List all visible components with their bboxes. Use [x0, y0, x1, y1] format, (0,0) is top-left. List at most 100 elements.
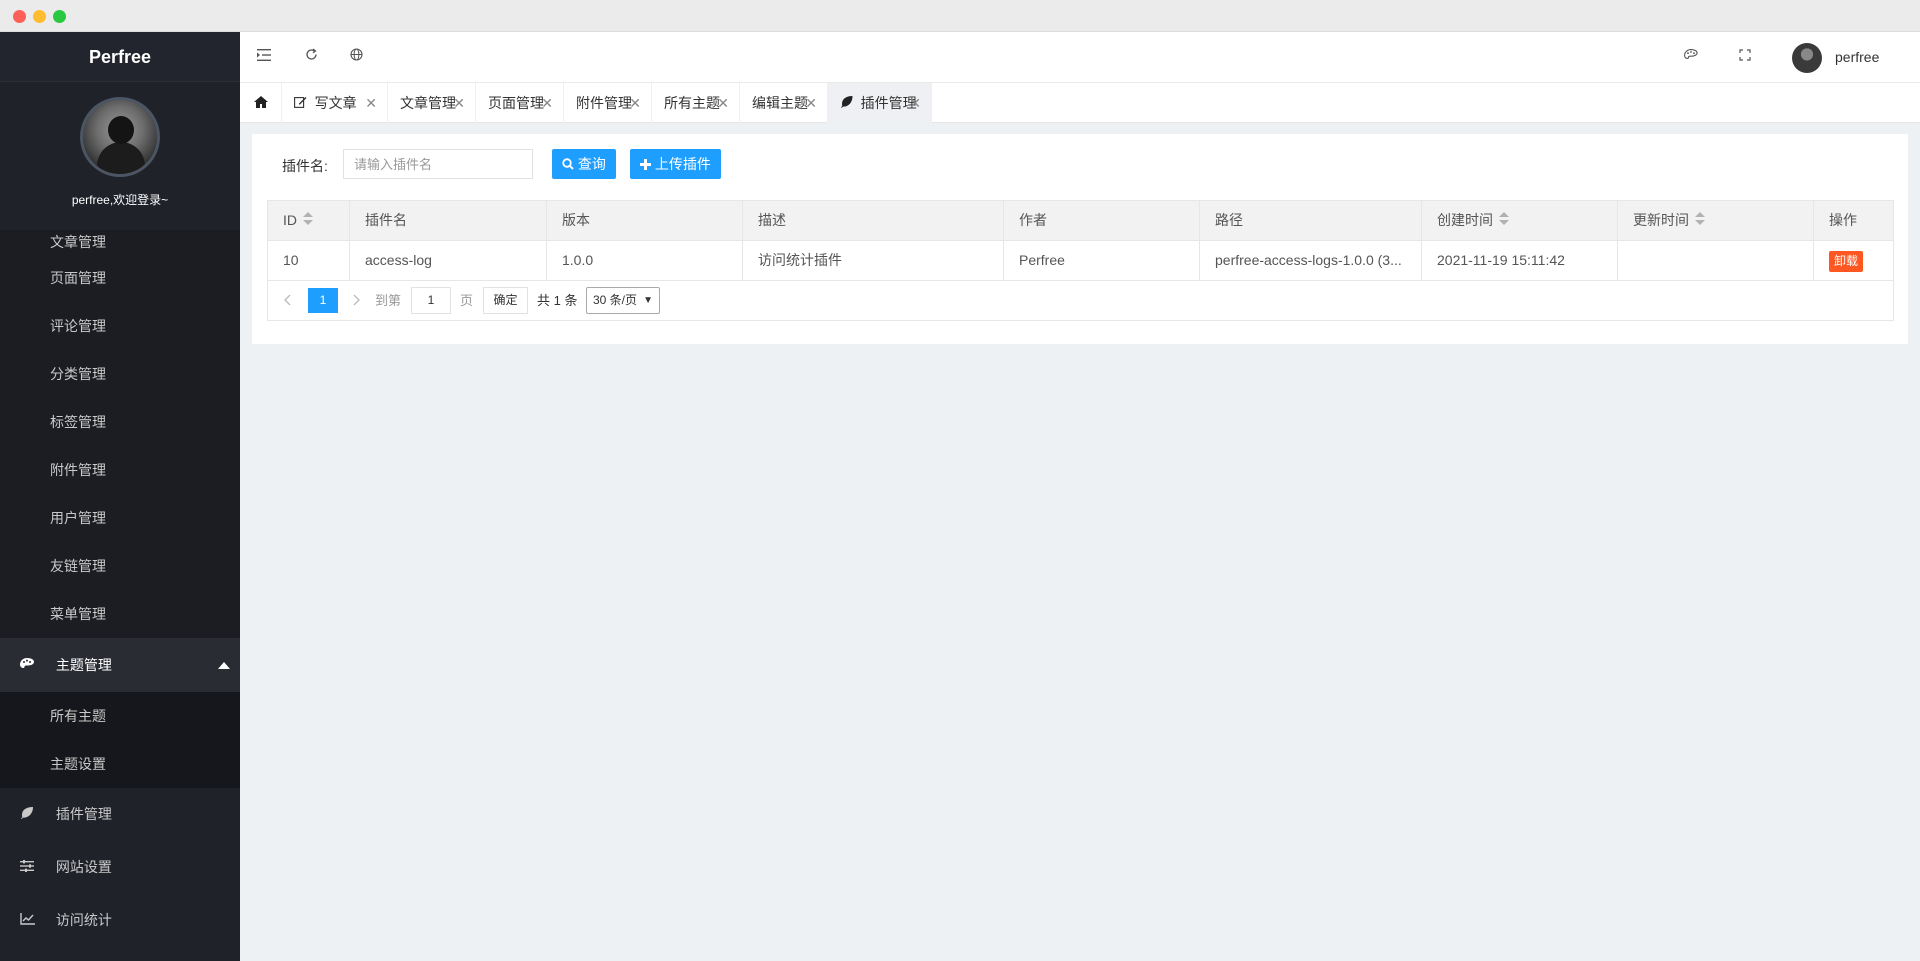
minimize-window-button[interactable]	[33, 10, 46, 23]
sidebar: Perfree perfree,欢迎登录~ 文章管理 页面管理 评论管理 分类管…	[0, 32, 240, 961]
column-header-author: 作者	[1004, 201, 1200, 241]
column-header-updated[interactable]: 更新时间	[1618, 201, 1814, 241]
home-icon	[254, 95, 268, 111]
sidebar-item-site-settings[interactable]: 网站设置	[0, 841, 240, 894]
close-icon[interactable]: ✕	[541, 83, 553, 123]
sidebar-item-all-themes[interactable]: 所有主题	[0, 692, 240, 740]
tab-all-themes[interactable]: 所有主题 ✕	[652, 83, 740, 123]
tab-home[interactable]	[240, 83, 282, 123]
page-size-select[interactable]: 30 条/页 ▼	[586, 287, 660, 314]
avatar[interactable]	[80, 97, 160, 177]
plugin-card: 插件名: 查询 上传插件 ID 插件名 版本 描述	[252, 134, 1908, 344]
sidebar-group-themes[interactable]: 主题管理	[0, 638, 240, 692]
sidebar-item-attachments[interactable]: 附件管理	[0, 446, 240, 494]
sidebar-item-label: 插件管理	[55, 806, 112, 822]
sidebar-item-categories[interactable]: 分类管理	[0, 350, 240, 398]
close-icon[interactable]: ✕	[805, 83, 817, 123]
tab-label: 所有主题	[664, 95, 720, 111]
close-window-button[interactable]	[13, 10, 26, 23]
welcome-text: perfree,欢迎登录~	[71, 193, 169, 207]
sidebar-item-tags[interactable]: 标签管理	[0, 398, 240, 446]
menu-toggle-icon[interactable]	[254, 48, 274, 65]
tab-edit-theme[interactable]: 编辑主题 ✕	[740, 83, 828, 123]
sidebar-item-label: 网站设置	[55, 859, 112, 875]
browser-window: Perfree perfree,欢迎登录~ 文章管理 页面管理 评论管理 分类管…	[0, 0, 1920, 961]
fullscreen-icon[interactable]	[1735, 48, 1755, 65]
tab-page-management[interactable]: 页面管理 ✕	[476, 83, 564, 123]
next-page-icon[interactable]	[352, 289, 360, 313]
close-icon[interactable]: ✕	[909, 83, 921, 123]
tab-article-management[interactable]: 文章管理 ✕	[388, 83, 476, 123]
pagination: 1 到第 1 页 确定 共 1 条 30 条/页 ▼	[268, 281, 1893, 320]
sidebar-item-articles[interactable]: 文章管理	[0, 230, 240, 254]
maximize-window-button[interactable]	[53, 10, 66, 23]
sidebar-item-pages[interactable]: 页面管理	[0, 254, 240, 302]
close-icon[interactable]: ✕	[365, 83, 377, 123]
globe-icon[interactable]	[346, 48, 366, 65]
sidebar-item-menus[interactable]: 菜单管理	[0, 590, 240, 638]
tab-write-article[interactable]: 写文章 ✕	[282, 83, 388, 123]
cell-author: Perfree	[1004, 241, 1200, 281]
sidebar-item-users[interactable]: 用户管理	[0, 494, 240, 542]
tab-label: 写文章	[314, 95, 357, 111]
sliders-icon	[20, 841, 34, 894]
sidebar-menu: 文章管理 页面管理 评论管理 分类管理 标签管理 附件管理 用户管理 友链管理 …	[0, 230, 240, 947]
cell-name: access-log	[350, 241, 547, 281]
main-content: 插件名: 查询 上传插件 ID 插件名 版本 描述	[240, 123, 1920, 961]
user-avatar[interactable]	[1792, 43, 1822, 73]
sidebar-item-links[interactable]: 友链管理	[0, 542, 240, 590]
column-header-version: 版本	[547, 201, 743, 241]
leaf-icon	[840, 96, 857, 111]
chart-line-icon	[20, 894, 35, 947]
table-row: 10 access-log 1.0.0 访问统计插件 Perfree perfr…	[268, 241, 1893, 281]
sidebar-group-label: 主题管理	[55, 657, 112, 673]
sort-icon[interactable]	[1695, 212, 1705, 226]
query-button[interactable]: 查询	[552, 149, 616, 179]
cell-path: perfree-access-logs-1.0.0 (3...	[1200, 241, 1422, 281]
upload-button-label: 上传插件	[654, 156, 711, 172]
tab-plugin-management[interactable]: 插件管理 ✕	[828, 83, 932, 123]
column-header-path: 路径	[1200, 201, 1422, 241]
prev-page-icon[interactable]	[284, 289, 292, 313]
caret-up-icon	[218, 662, 230, 669]
search-icon	[562, 156, 578, 172]
tab-label: 页面管理	[488, 95, 544, 111]
plugin-name-input[interactable]	[343, 149, 533, 179]
page-size-value: 30 条/页	[593, 293, 638, 307]
close-icon[interactable]: ✕	[453, 83, 465, 123]
cell-version: 1.0.0	[547, 241, 743, 281]
sort-icon[interactable]	[303, 212, 313, 226]
leaf-icon	[20, 788, 34, 841]
edit-icon	[294, 96, 311, 111]
page-number-input[interactable]: 1	[411, 287, 451, 314]
cell-description: 访问统计插件	[743, 241, 1004, 281]
uninstall-button[interactable]: 卸载	[1829, 251, 1864, 272]
user-name[interactable]: perfree	[1835, 49, 1879, 65]
plugin-table: ID 插件名 版本 描述 作者 路径 创建时间 更新时间 操作 10 acces…	[267, 200, 1894, 321]
cell-actions: 卸载	[1814, 241, 1893, 281]
sidebar-item-stats[interactable]: 访问统计	[0, 894, 240, 947]
sidebar-item-comments[interactable]: 评论管理	[0, 302, 240, 350]
upload-plugin-button[interactable]: 上传插件	[630, 149, 721, 179]
sidebar-item-theme-settings[interactable]: 主题设置	[0, 740, 240, 788]
total-count: 共 1 条	[537, 293, 578, 308]
tab-label: 文章管理	[400, 95, 456, 111]
chevron-down-icon: ▼	[643, 295, 653, 306]
theme-palette-icon[interactable]	[1681, 48, 1701, 65]
confirm-button[interactable]: 确定	[483, 287, 528, 314]
query-button-label: 查询	[577, 156, 606, 172]
close-icon[interactable]: ✕	[629, 83, 641, 123]
column-header-created[interactable]: 创建时间	[1422, 201, 1618, 241]
sort-icon[interactable]	[1499, 212, 1509, 226]
table-header: ID 插件名 版本 描述 作者 路径 创建时间 更新时间 操作	[268, 201, 1893, 241]
current-page-button[interactable]: 1	[308, 288, 338, 313]
refresh-icon[interactable]	[301, 48, 321, 65]
tab-label: 编辑主题	[752, 95, 808, 111]
page-unit-label: 页	[460, 293, 474, 308]
close-icon[interactable]: ✕	[717, 83, 729, 123]
column-header-id[interactable]: ID	[268, 201, 350, 241]
tab-attachment-management[interactable]: 附件管理 ✕	[564, 83, 652, 123]
column-header-actions: 操作	[1814, 201, 1893, 241]
brand-logo[interactable]: Perfree	[0, 32, 240, 82]
sidebar-item-plugins[interactable]: 插件管理	[0, 788, 240, 841]
